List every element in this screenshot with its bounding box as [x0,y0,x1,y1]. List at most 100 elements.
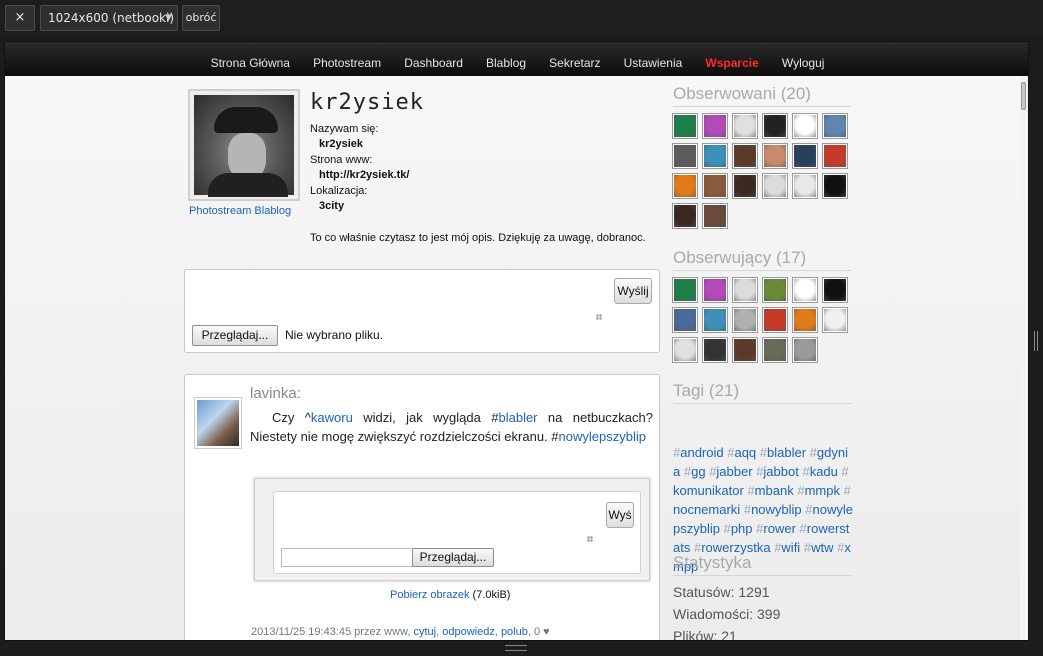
reply-form: Wyś Przeglądaj... [273,491,641,574]
following-avatar[interactable] [672,203,698,229]
frame-bottom-handle[interactable] [505,645,527,651]
profile-description: To co właśnie czytasz to jest mój opis. … [310,232,646,244]
tag-link[interactable]: mmpk [805,483,840,498]
following-avatar[interactable] [822,113,848,139]
tag-link[interactable]: php [731,521,753,536]
image-preview: Wyś Przeglądaj... [254,478,650,581]
following-avatar[interactable] [672,173,698,199]
location-label: Lokalizacja: [310,185,368,197]
quote-link[interactable]: cytuj [413,626,436,638]
nav-home[interactable]: Strona Główna [211,56,290,70]
download-link[interactable]: Pobierz obrazek [390,589,470,601]
nav-settings[interactable]: Ustawienia [624,56,683,70]
nav-support[interactable]: Wsparcie [705,56,758,70]
frame-resize-handle[interactable] [1029,41,1043,641]
nav-secretary[interactable]: Sekretarz [549,56,600,70]
following-avatar[interactable] [702,113,728,139]
tag-link[interactable]: nocnemarki [673,502,740,517]
reply-resize-handle[interactable] [587,536,593,542]
following-avatar[interactable] [792,143,818,169]
following-avatar[interactable] [732,113,758,139]
follower-avatar[interactable] [672,337,698,363]
following-avatar[interactable] [762,113,788,139]
follower-avatar[interactable] [672,307,698,333]
emulator-toolbar: × 1024x600 (netbooki) ▼ obróć [0,0,1043,36]
download-line: Pobierz obrazek (7.0kiB) [390,589,511,601]
follower-avatar[interactable] [792,277,818,303]
follower-avatar[interactable] [762,337,788,363]
status-time: 2013/11/25 19:43:45 przez www, [251,626,414,638]
like-link[interactable]: polub [501,626,528,638]
close-button[interactable]: × [5,5,35,31]
tag-link[interactable]: aqq [734,445,756,460]
main-nav: Strona Główna Photostream Dashboard Blab… [5,42,1028,76]
reply-file-field[interactable] [281,548,413,567]
status-author[interactable]: lavinka: [250,385,301,402]
browse-file-button[interactable]: Przeglądaj... [192,325,278,346]
nav-photostream[interactable]: Photostream [313,56,381,70]
tag-link[interactable]: android [680,445,723,460]
following-avatar[interactable] [702,203,728,229]
follower-avatar[interactable] [762,307,788,333]
follower-avatar[interactable] [672,277,698,303]
tag-link[interactable]: gg [691,464,705,479]
following-avatar[interactable] [702,173,728,199]
tag-link[interactable]: kadu [810,464,838,479]
reply-send-button[interactable]: Wyś [606,502,634,528]
follower-avatar[interactable] [732,277,758,303]
location-value: 3city [319,200,345,212]
status-item: lavinka: Czy ^kaworu widzi, jak wygląda … [184,374,660,640]
chevron-down-icon: ▼ [165,13,172,23]
author-avatar[interactable] [194,397,242,449]
tag-link[interactable]: rower [763,521,796,536]
following-avatar[interactable] [762,143,788,169]
stat-messages: Wiadomości: 399 [673,606,781,622]
nav-blablog[interactable]: Blablog [486,56,526,70]
reply-browse-button[interactable]: Przeglądaj... [412,548,494,567]
following-avatar[interactable] [732,143,758,169]
resolution-select[interactable]: 1024x600 (netbooki) ▼ [40,5,178,31]
follower-avatar[interactable] [792,307,818,333]
tag-link[interactable]: jabber [716,464,752,479]
following-avatar[interactable] [672,113,698,139]
following-avatar[interactable] [672,143,698,169]
following-avatar[interactable] [732,173,758,199]
send-button[interactable]: Wyślij [614,278,652,304]
name-label: Nazywam się: [310,123,379,135]
follower-avatar[interactable] [822,277,848,303]
following-avatar[interactable] [792,173,818,199]
follower-avatar[interactable] [732,307,758,333]
profile-links[interactable]: Photostream Blablog [189,205,291,217]
following-avatar[interactable] [762,173,788,199]
tag-link[interactable]: mbank [755,483,794,498]
nav-logout[interactable]: Wyloguj [782,56,825,70]
like-count: , 0 ♥ [527,626,550,638]
tag-link[interactable]: jabbot [763,464,798,479]
textarea-resize-handle[interactable] [596,314,602,320]
page-scrollbar[interactable] [1020,76,1028,640]
profile-avatar [188,89,300,201]
tag-link[interactable]: nowyblip [751,502,802,517]
tag-link[interactable]: nowylepszyblip [559,429,646,444]
new-status-form: Wyślij Przeglądaj... Nie wybrano pliku. [184,269,660,353]
tag-link[interactable]: blabler [498,410,537,425]
follower-avatar[interactable] [702,337,728,363]
status-meta: 2013/11/25 19:43:45 przez www, cytuj, od… [251,626,550,638]
follower-avatar[interactable] [732,337,758,363]
mention-link[interactable]: kaworu [311,410,353,425]
follower-avatar[interactable] [792,337,818,363]
tag-link[interactable]: komunikator [673,483,744,498]
nav-dashboard[interactable]: Dashboard [404,56,463,70]
rotate-button[interactable]: obróć [182,5,220,31]
following-avatar[interactable] [822,173,848,199]
follower-avatar[interactable] [702,307,728,333]
follower-avatar[interactable] [762,277,788,303]
following-avatar[interactable] [702,143,728,169]
follower-avatar[interactable] [702,277,728,303]
reply-link[interactable]: odpowiedz [442,626,495,638]
www-link[interactable]: http://kr2ysiek.tk/ [319,169,409,181]
follower-avatar[interactable] [822,307,848,333]
following-avatar[interactable] [822,143,848,169]
tag-link[interactable]: blabler [767,445,806,460]
following-avatar[interactable] [792,113,818,139]
